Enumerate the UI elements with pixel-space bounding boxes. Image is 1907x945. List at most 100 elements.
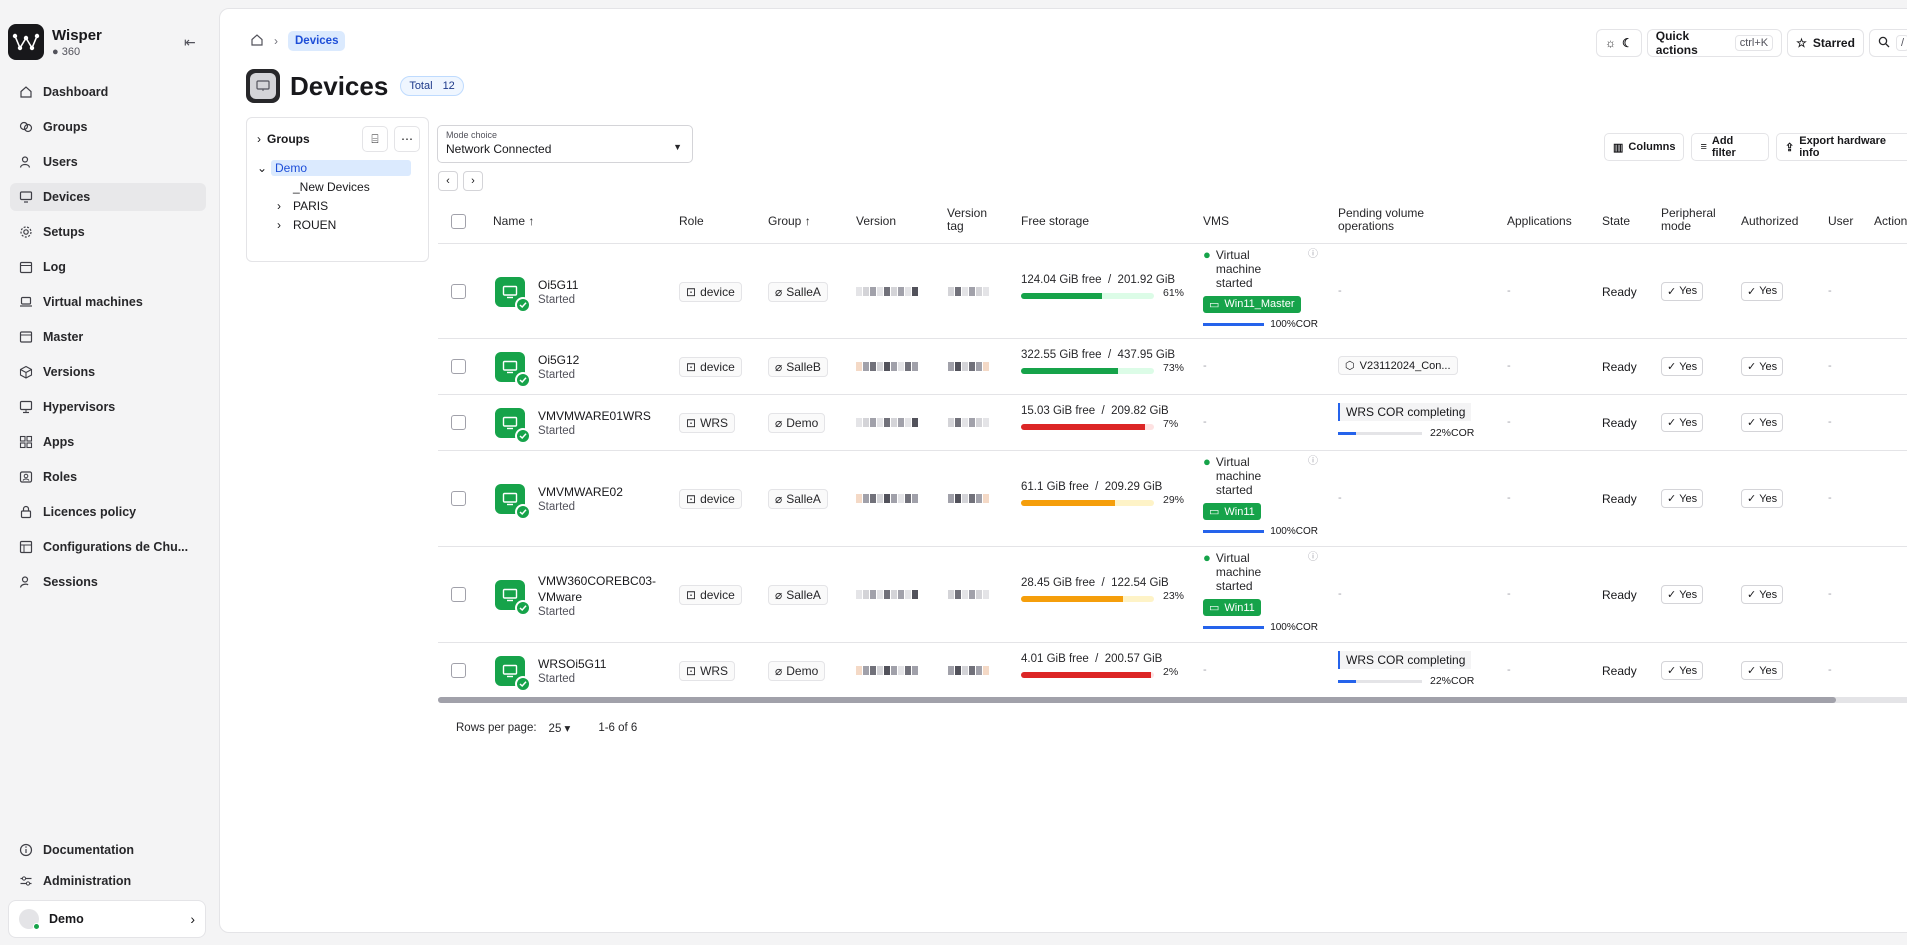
table-row[interactable]: VMW360COREBC03- VMware Started ⊡ device ⌀ Sall… — [438, 547, 1907, 643]
breadcrumb-current[interactable]: Devices — [288, 31, 346, 51]
authorized-badge[interactable]: ✓ Yes — [1741, 661, 1784, 680]
sidebar-item-administration[interactable]: Administration — [10, 867, 206, 895]
row-checkbox[interactable] — [451, 359, 466, 374]
col-name[interactable]: Name ↑ — [493, 214, 534, 228]
sidebar-item-dashboard[interactable]: Dashboard — [10, 78, 206, 106]
moon-icon[interactable]: ☾ — [1622, 36, 1633, 50]
table-row[interactable]: VMVMWARE02 Started ⊡ device ⌀ SalleA 61.1 GiB … — [438, 451, 1907, 547]
sidebar-item-devices[interactable]: Devices — [10, 183, 206, 211]
sidebar-item-configurations-de-chu[interactable]: Configurations de Chu... — [10, 533, 206, 561]
device-name[interactable]: VMVMWARE02 — [538, 485, 623, 499]
group-badge[interactable]: ⌀ SalleB — [768, 357, 828, 377]
chevron-down-icon[interactable]: ⌄ — [257, 161, 271, 175]
peripheral-mode-badge[interactable]: ✓ Yes — [1661, 357, 1704, 376]
authorized-badge[interactable]: ✓ Yes — [1741, 585, 1784, 604]
sidebar-item-apps[interactable]: Apps — [10, 428, 206, 456]
col-version[interactable]: Version — [856, 214, 896, 228]
table-row[interactable]: VMVMWARE01WRS Started ⊡ WRS ⌀ Demo 15.03 GiB f… — [438, 395, 1907, 451]
rows-per-page-select[interactable]: 25 ▾ — [549, 721, 571, 735]
col-version-tag[interactable]: Version tag — [947, 207, 987, 233]
sidebar-item-log[interactable]: Log — [10, 253, 206, 281]
theme-toggle[interactable]: ☼ ☾ — [1596, 29, 1642, 57]
col-group[interactable]: Group ↑ — [768, 214, 811, 228]
chevron-right-icon[interactable]: › — [257, 132, 261, 146]
sidebar-item-licences-policy[interactable]: Licences policy — [10, 498, 206, 526]
col-authorized[interactable]: Authorized — [1741, 214, 1798, 228]
tree-item-new-devices[interactable]: _New Devices — [247, 177, 428, 196]
peripheral-mode-badge[interactable]: ✓ Yes — [1661, 489, 1704, 508]
sidebar-item-versions[interactable]: Versions — [10, 358, 206, 386]
row-checkbox[interactable] — [451, 663, 466, 678]
col-actions[interactable]: Action — [1874, 214, 1907, 228]
device-name[interactable]: Oi5G12 — [538, 353, 579, 367]
select-all-checkbox[interactable] — [451, 213, 466, 229]
authorized-badge[interactable]: ✓ Yes — [1741, 281, 1784, 301]
peripheral-mode-badge[interactable]: ✓ Yes — [1661, 281, 1704, 301]
starred-button[interactable]: ☆ Starred — [1787, 29, 1864, 57]
info-icon[interactable]: ⓘ — [1308, 248, 1318, 262]
sidebar-item-roles[interactable]: Roles — [10, 463, 206, 491]
group-badge[interactable]: ⌀ Demo — [768, 661, 826, 681]
group-badge[interactable]: ⌀ SalleA — [768, 281, 828, 302]
collapse-sidebar-icon[interactable]: ⇤ — [184, 34, 202, 50]
sidebar-item-hypervisors[interactable]: Hypervisors — [10, 393, 206, 421]
tree-item-rouen[interactable]: › ROUEN — [247, 215, 428, 234]
info-icon[interactable]: ⓘ — [1308, 455, 1318, 469]
row-checkbox[interactable] — [451, 283, 466, 299]
col-state[interactable]: State — [1602, 214, 1630, 228]
mode-choice-select[interactable]: Mode choice Network Connected ▼ — [437, 125, 693, 163]
hierarchy-icon[interactable]: ⌸ — [362, 126, 388, 152]
tree-item-demo[interactable]: ⌄ Demo — [247, 158, 428, 177]
col-peripheral[interactable]: Peripheral mode — [1661, 207, 1716, 233]
device-name-cont[interactable]: VMware — [538, 590, 656, 604]
authorized-badge[interactable]: ✓ Yes — [1741, 413, 1784, 432]
tree-item-paris[interactable]: › PARIS — [247, 196, 428, 215]
col-applications[interactable]: Applications — [1507, 214, 1572, 228]
table-row[interactable]: Oi5G12 Started ⊡ device ⌀ SalleB 322.55 GiB fr… — [438, 339, 1907, 395]
chevron-left-icon[interactable]: ‹ — [438, 171, 458, 191]
horizontal-scrollbar[interactable] — [438, 697, 1907, 703]
device-name[interactable]: VMW360COREBC03- — [538, 574, 656, 588]
sidebar-item-virtual-machines[interactable]: Virtual machines — [10, 288, 206, 316]
group-badge[interactable]: ⌀ SalleA — [768, 585, 828, 605]
home-icon[interactable] — [250, 33, 264, 50]
sidebar-item-setups[interactable]: Setups — [10, 218, 206, 246]
col-vms[interactable]: VMS — [1203, 214, 1229, 228]
authorized-badge[interactable]: ✓ Yes — [1741, 357, 1784, 376]
chevron-right-icon[interactable]: › — [277, 199, 293, 213]
table-row[interactable]: Oi5G11 Started ⊡ device ⌀ SalleA 124.04 GiB fr… — [438, 244, 1907, 339]
info-icon[interactable]: ⓘ — [1308, 551, 1318, 565]
brand[interactable]: Wisper ● 360 — [8, 24, 102, 60]
col-free-storage[interactable]: Free storage — [1021, 214, 1089, 228]
device-name[interactable]: Oi5G11 — [538, 278, 578, 292]
vm-badge[interactable]: ▭ Win11 — [1203, 599, 1261, 616]
vm-badge[interactable]: ▭ Win11_Master — [1203, 295, 1301, 313]
sidebar-item-master[interactable]: Master — [10, 323, 206, 351]
chevron-right-icon[interactable]: › — [277, 218, 293, 232]
chevron-right-icon[interactable]: › — [463, 171, 483, 191]
add-filter-button[interactable]: ≡ Add filter — [1691, 133, 1770, 161]
sidebar-item-sessions[interactable]: Sessions — [10, 568, 206, 596]
device-name[interactable]: VMVMWARE01WRS — [538, 409, 651, 423]
col-user[interactable]: User — [1828, 214, 1853, 228]
group-badge[interactable]: ⌀ Demo — [768, 413, 826, 433]
authorized-badge[interactable]: ✓ Yes — [1741, 489, 1784, 508]
search-button[interactable]: / — [1868, 29, 1907, 57]
sidebar-item-groups[interactable]: Groups — [10, 113, 206, 141]
pending-volume-badge[interactable]: ⬡ V23112024_Con... — [1338, 356, 1458, 375]
user-menu[interactable]: Demo › — [8, 900, 206, 938]
row-checkbox[interactable] — [451, 491, 466, 506]
col-pending[interactable]: Pending volume operations — [1338, 207, 1424, 233]
device-name[interactable]: WRSOi5G11 — [538, 657, 606, 671]
col-role[interactable]: Role — [679, 214, 704, 228]
sidebar-item-documentation[interactable]: Documentation — [10, 836, 206, 864]
row-checkbox[interactable] — [451, 587, 466, 602]
peripheral-mode-badge[interactable]: ✓ Yes — [1661, 413, 1704, 432]
columns-button[interactable]: ▥ Columns — [1604, 133, 1685, 161]
peripheral-mode-badge[interactable]: ✓ Yes — [1661, 661, 1704, 680]
vm-badge[interactable]: ▭ Win11 — [1203, 503, 1261, 520]
sidebar-item-users[interactable]: Users — [10, 148, 206, 176]
table-row[interactable]: WRSOi5G11 Started ⊡ WRS ⌀ Demo 4.01 GiB free /… — [438, 643, 1907, 699]
quick-actions-button[interactable]: Quick actions ctrl+K — [1646, 29, 1783, 57]
sun-icon[interactable]: ☼ — [1605, 36, 1616, 50]
